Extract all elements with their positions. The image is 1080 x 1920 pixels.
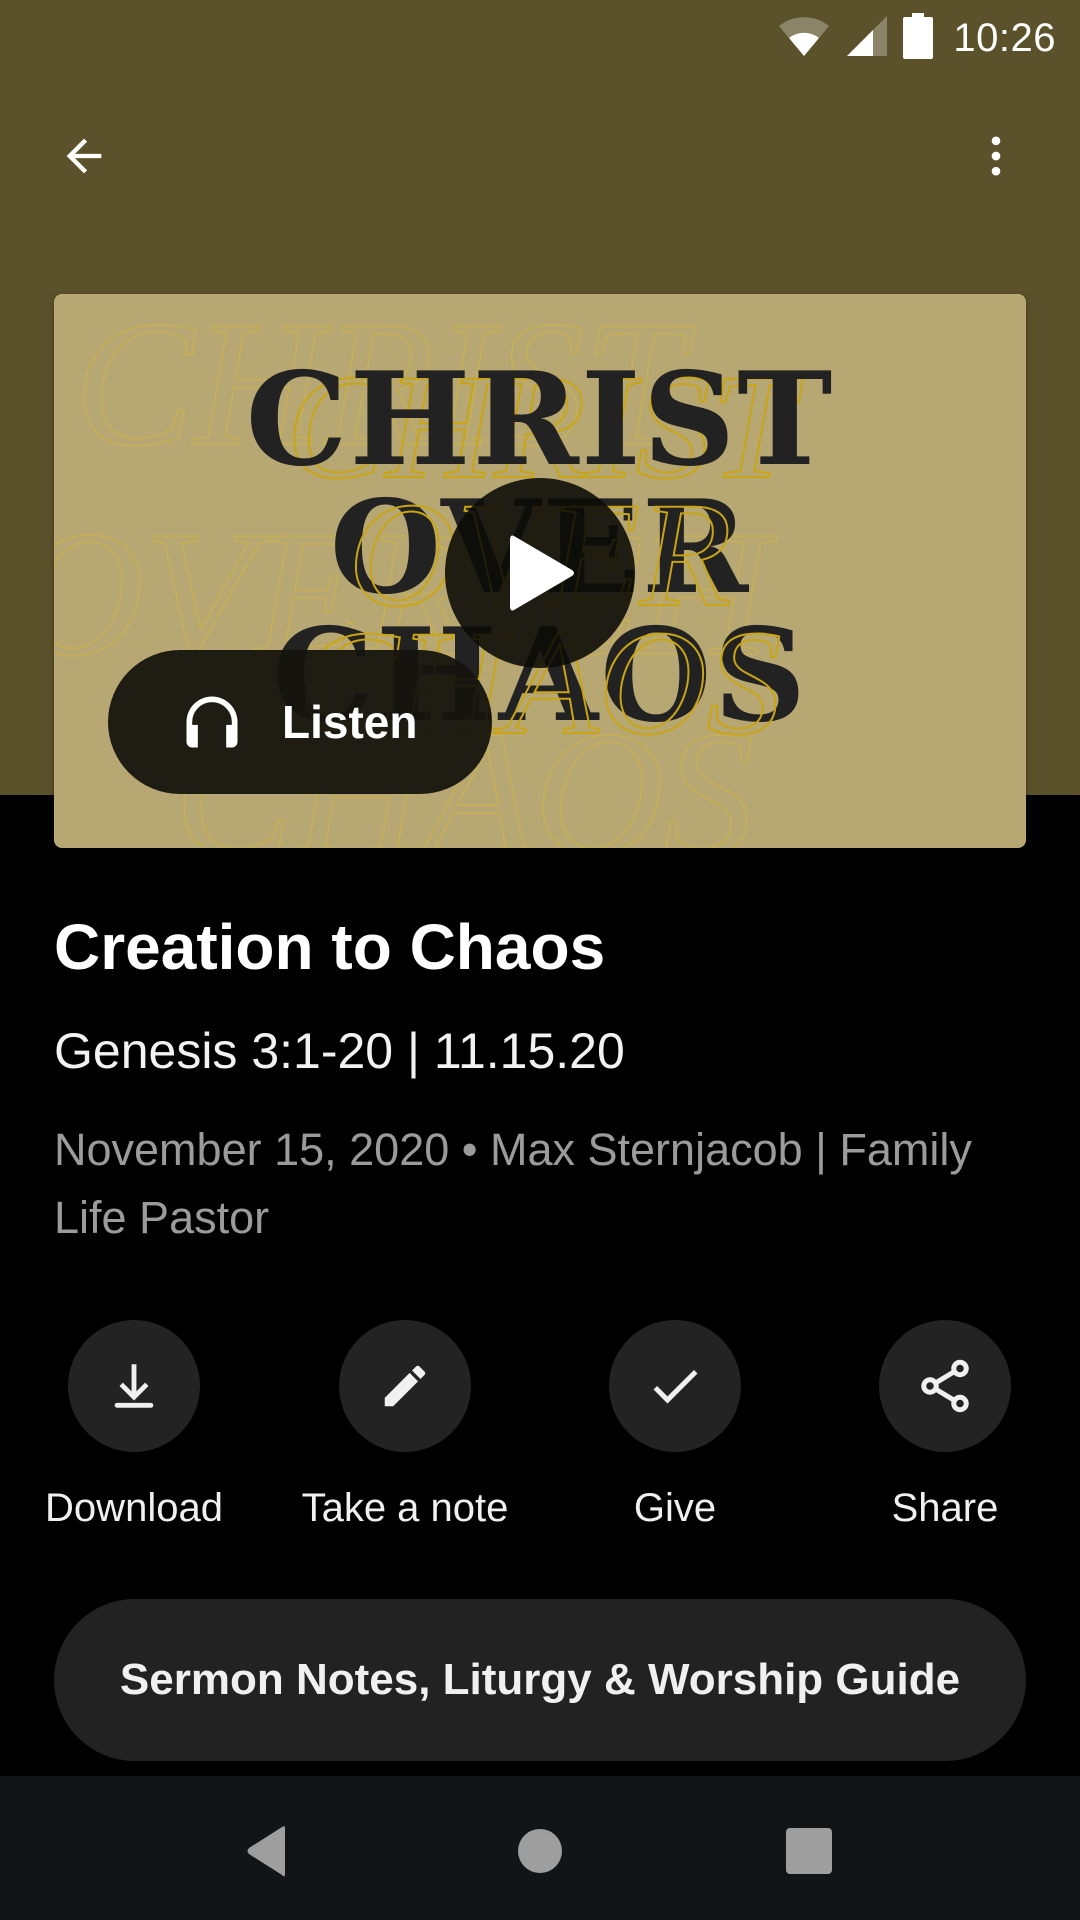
nav-recents-icon bbox=[786, 1828, 832, 1874]
status-time: 10:26 bbox=[953, 15, 1056, 60]
sermon-title: Creation to Chaos bbox=[54, 911, 606, 983]
give-button-circle[interactable] bbox=[609, 1320, 741, 1452]
battery-icon bbox=[903, 12, 934, 64]
share-label: Share bbox=[891, 1486, 999, 1530]
download-button[interactable]: Download bbox=[4, 1320, 264, 1531]
wifi-icon bbox=[777, 16, 831, 61]
take-note-button-circle[interactable] bbox=[339, 1320, 471, 1452]
take-note-button[interactable]: Take a note bbox=[275, 1320, 535, 1531]
pencil-icon bbox=[384, 1365, 426, 1407]
download-button-circle[interactable] bbox=[68, 1320, 200, 1452]
nav-back-icon bbox=[247, 1826, 285, 1877]
system-navigation-bar bbox=[0, 1776, 1080, 1920]
share-button[interactable]: Share bbox=[815, 1320, 1075, 1531]
back-button[interactable] bbox=[36, 108, 132, 204]
download-icon bbox=[114, 1364, 154, 1408]
take-note-label: Take a note bbox=[301, 1486, 509, 1530]
sermon-notes-guide-label: Sermon Notes, Liturgy & Worship Guide bbox=[119, 1655, 961, 1704]
listen-label: Listen bbox=[282, 696, 418, 748]
play-icon bbox=[510, 535, 574, 611]
artwork-title-line-1: CHRIST bbox=[245, 345, 835, 495]
nav-home-button[interactable] bbox=[485, 1806, 595, 1896]
arrow-left-icon bbox=[66, 138, 102, 174]
listen-button[interactable]: Listen bbox=[108, 650, 492, 794]
checkmark-icon bbox=[653, 1369, 698, 1404]
give-label: Give bbox=[633, 1486, 717, 1530]
download-label: Download bbox=[45, 1486, 223, 1530]
play-button[interactable] bbox=[445, 478, 635, 668]
sermon-subtitle: Genesis 3:1-20 | 11.15.20 bbox=[54, 1023, 625, 1079]
share-icon bbox=[921, 1359, 969, 1413]
more-options-button[interactable] bbox=[948, 108, 1044, 204]
action-row: Download Take a note Give Share bbox=[0, 1320, 1080, 1540]
nav-recents-button[interactable] bbox=[754, 1806, 864, 1896]
sermon-meta: November 15, 2020 • Max Sternjacob | Fam… bbox=[54, 1124, 972, 1243]
share-button-circle[interactable] bbox=[879, 1320, 1011, 1452]
give-button[interactable]: Give bbox=[545, 1320, 805, 1531]
nav-home-icon bbox=[518, 1829, 562, 1873]
status-bar: 10:26 bbox=[0, 0, 1080, 75]
cell-signal-icon bbox=[845, 14, 889, 63]
nav-back-button[interactable] bbox=[211, 1806, 321, 1896]
sermon-notes-guide-button[interactable]: Sermon Notes, Liturgy & Worship Guide bbox=[54, 1599, 1026, 1761]
more-vertical-icon bbox=[991, 136, 1001, 176]
sermon-artwork: CHRIST OVER CH CHAOS CHRIST CHRIST OVER … bbox=[54, 294, 1026, 848]
headphones-icon bbox=[186, 696, 238, 748]
